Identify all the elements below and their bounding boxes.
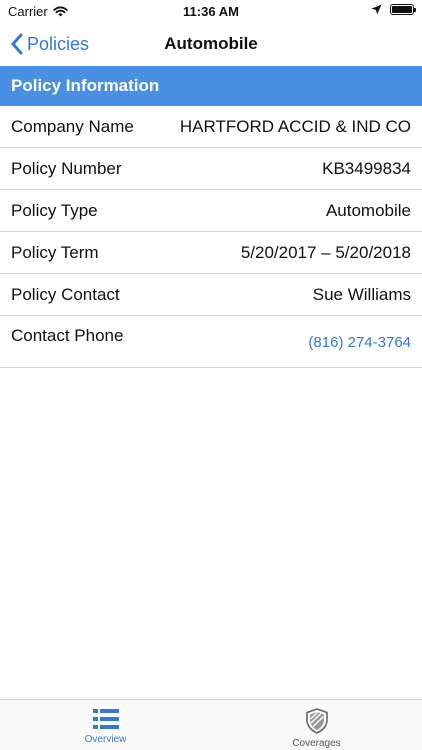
row-policy-number: Policy Number KB3499834 — [0, 148, 422, 190]
battery-icon — [390, 4, 416, 15]
status-time: 11:36 AM — [183, 4, 239, 19]
row-value: HARTFORD ACCID & IND CO — [179, 116, 411, 136]
status-right — [371, 4, 416, 15]
row-value: KB3499834 — [322, 158, 411, 178]
tab-bar: Overview Coverages — [0, 699, 422, 750]
row-company-name: Company Name HARTFORD ACCID & IND CO — [0, 106, 422, 148]
status-bar: Carrier 11:36 AM — [0, 0, 422, 22]
row-policy-contact: Policy Contact Sue Williams — [0, 274, 422, 316]
tab-label: Overview — [84, 734, 127, 745]
shield-icon — [305, 708, 328, 734]
row-value: Sue Williams — [312, 284, 411, 304]
section-title: Policy Information — [11, 76, 160, 95]
row-label: Policy Type — [11, 200, 98, 220]
page-title: Automobile — [164, 34, 258, 53]
tab-coverages[interactable]: Coverages — [211, 700, 422, 750]
section-header: Policy Information — [0, 66, 422, 106]
row-contact-phone: Contact Phone (816) 274-3764 — [0, 316, 422, 368]
row-value: 5/20/2017 – 5/20/2018 — [240, 242, 411, 262]
contact-phone-link[interactable]: (816) 274-3764 — [308, 334, 411, 351]
policy-info-list: Company Name HARTFORD ACCID & IND CO Pol… — [0, 106, 422, 368]
tab-overview[interactable]: Overview — [0, 700, 211, 750]
location-arrow-icon — [371, 4, 382, 15]
navigation-bar: Policies Automobile — [0, 22, 422, 66]
list-icon — [92, 709, 119, 729]
row-policy-type: Policy Type Automobile — [0, 190, 422, 232]
tab-label: Coverages — [292, 738, 341, 749]
row-label: Policy Contact — [11, 284, 120, 304]
row-label: Contact Phone — [11, 326, 124, 345]
row-label: Company Name — [11, 116, 134, 136]
row-label: Policy Term — [11, 242, 99, 262]
row-label: Policy Number — [11, 158, 122, 178]
row-value: Automobile — [325, 200, 411, 220]
row-policy-term: Policy Term 5/20/2017 – 5/20/2018 — [0, 232, 422, 274]
